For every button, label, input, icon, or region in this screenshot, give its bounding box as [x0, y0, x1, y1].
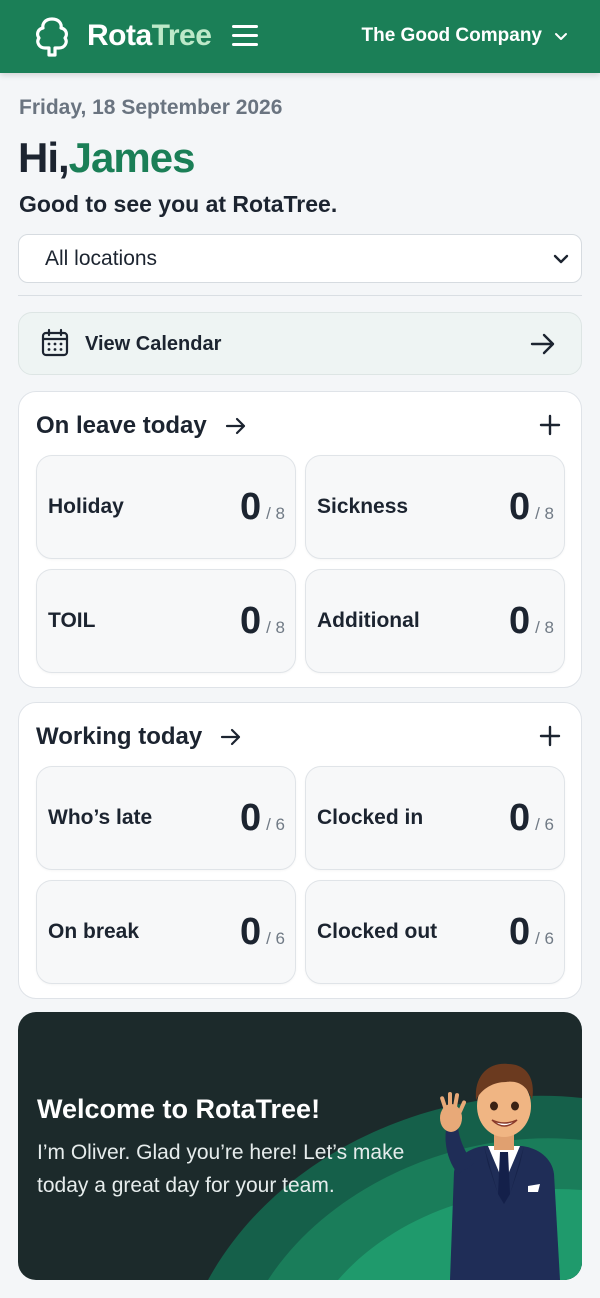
divider [18, 295, 582, 296]
greeting-subtitle: Good to see you at RotaTree. [19, 191, 338, 217]
working-today-title: Working today [36, 723, 203, 750]
chevron-down-icon [555, 33, 567, 40]
tile-total: / 8 [535, 618, 554, 637]
tile-count: 0 [239, 486, 262, 528]
arrow-right-icon [221, 728, 241, 746]
view-calendar-label: View Calendar [85, 333, 222, 355]
tile-toil[interactable]: TOIL 0/ 8 [36, 569, 296, 673]
tile-label: Clocked in [317, 806, 424, 829]
tile-count: 0 [508, 911, 531, 953]
company-switcher[interactable]: The Good Company [362, 25, 569, 47]
arrow-right-icon [225, 417, 245, 435]
current-date: Friday, 18 September 2026 [19, 96, 283, 119]
greeting-hi: Hi, [18, 134, 70, 181]
working-today-header-link[interactable]: Working today [36, 723, 242, 751]
mascot-oliver-illustration [440, 1063, 560, 1280]
add-leave-plus-icon[interactable] [539, 414, 561, 436]
on-leave-title: On leave today [36, 412, 207, 439]
add-shift-plus-icon[interactable] [539, 725, 561, 747]
tile-count: 0 [508, 600, 531, 642]
tile-additional[interactable]: Additional 0/ 8 [305, 569, 565, 673]
tile-total: / 6 [535, 815, 554, 834]
tile-total: / 8 [266, 504, 285, 523]
tree-icon [36, 17, 68, 57]
tile-clocked-in[interactable]: Clocked in 0/ 6 [305, 766, 565, 870]
welcome-title: Welcome to RotaTree! [37, 1094, 321, 1124]
tile-count: 0 [508, 486, 531, 528]
welcome-card: Welcome to RotaTree! I’m Oliver. Glad yo… [18, 1012, 582, 1280]
arrow-right-icon [530, 333, 555, 355]
on-leave-panel: On leave today Holiday 0/ 8 Sickness 0/ … [18, 391, 582, 688]
company-name: The Good Company [361, 25, 543, 46]
tile-count: 0 [239, 797, 262, 839]
working-today-panel: Working today Who’s late 0/ 6 Clocked in… [18, 702, 582, 999]
tile-count: 0 [239, 600, 262, 642]
tile-label: On break [48, 920, 140, 943]
tile-label: Holiday [48, 495, 124, 518]
tile-holiday[interactable]: Holiday 0/ 8 [36, 455, 296, 559]
top-bar: RotaTree The Good Company [0, 0, 600, 73]
brand-part-2: Tree [151, 19, 212, 52]
on-leave-header-link[interactable]: On leave today [36, 412, 247, 440]
tile-label: Additional [317, 609, 420, 632]
tile-label: Who’s late [48, 806, 153, 829]
tile-total: / 6 [266, 929, 285, 948]
tile-count: 0 [508, 797, 531, 839]
tile-total: / 6 [266, 815, 285, 834]
welcome-text: I’m Oliver. Glad you’re here! Let’s make… [37, 1141, 405, 1197]
tile-count: 0 [239, 911, 262, 953]
tile-label: TOIL [48, 609, 96, 632]
tile-total: / 8 [535, 504, 554, 523]
brand-name[interactable]: RotaTree [87, 19, 212, 53]
tile-clocked-out[interactable]: Clocked out 0/ 6 [305, 880, 565, 984]
tile-label: Clocked out [317, 920, 438, 943]
tile-sickness[interactable]: Sickness 0/ 8 [305, 455, 565, 559]
chevron-down-icon [553, 254, 569, 264]
greeting-heading: Hi,James [18, 134, 196, 182]
tile-total: / 8 [266, 618, 285, 637]
tile-total: / 6 [535, 929, 554, 948]
view-calendar-button[interactable]: View Calendar [18, 312, 582, 375]
tile-label: Sickness [317, 495, 409, 518]
tile-on-break[interactable]: On break 0/ 6 [36, 880, 296, 984]
calendar-icon [41, 328, 69, 357]
brand-part-1: Rota [87, 19, 152, 52]
hamburger-menu-icon[interactable] [232, 25, 258, 47]
tile-whos-late[interactable]: Who’s late 0/ 6 [36, 766, 296, 870]
location-select[interactable]: All locations [18, 234, 582, 283]
location-select-value: All locations [45, 246, 158, 270]
user-name: James [68, 134, 196, 181]
